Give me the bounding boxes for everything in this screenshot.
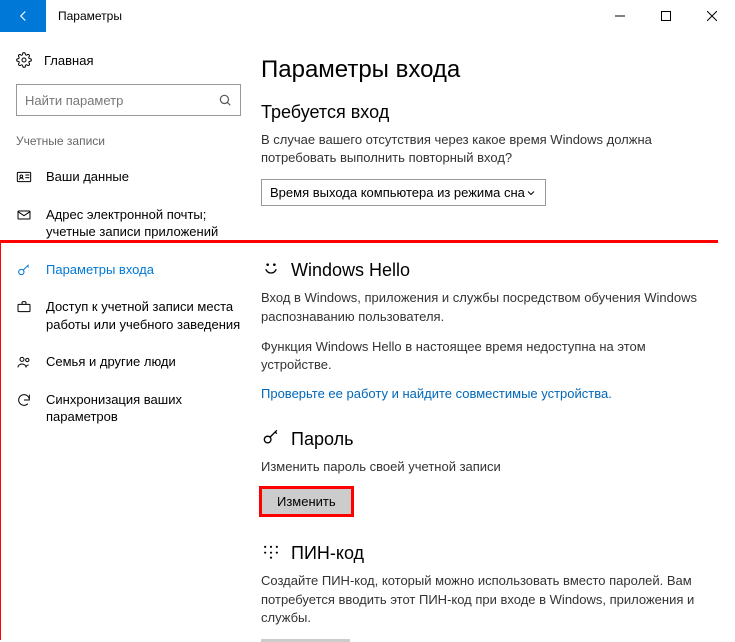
- sidebar-item-work-access[interactable]: Доступ к учетной записи места работы или…: [0, 288, 257, 343]
- sidebar-item-label: Семья и другие люди: [46, 353, 241, 371]
- password-description: Изменить пароль своей учетной записи: [261, 458, 711, 476]
- minimize-button[interactable]: [597, 0, 643, 32]
- sync-icon: [16, 392, 32, 408]
- pin-description: Создайте ПИН-код, который можно использо…: [261, 572, 711, 627]
- change-password-button[interactable]: Изменить: [261, 488, 352, 515]
- gear-icon: [16, 52, 32, 68]
- home-label: Главная: [44, 53, 93, 68]
- sidebar-item-family[interactable]: Семья и другие люди: [0, 343, 257, 381]
- require-signin-dropdown[interactable]: Время выхода компьютера из режима сна: [261, 179, 546, 206]
- search-input[interactable]: [25, 93, 218, 108]
- hello-description-2: Функция Windows Hello в настоящее время …: [261, 338, 711, 374]
- maximize-button[interactable]: [643, 0, 689, 32]
- home-link[interactable]: Главная: [0, 46, 257, 84]
- briefcase-icon: [16, 299, 32, 315]
- sidebar-item-label: Синхронизация ваших параметров: [46, 391, 241, 426]
- sidebar-item-label: Доступ к учетной записи места работы или…: [46, 298, 241, 333]
- search-input-container[interactable]: [16, 84, 241, 116]
- require-signin-description: В случае вашего отсутствия через какое в…: [261, 131, 711, 167]
- sidebar-item-label: Ваши данные: [46, 168, 241, 186]
- smiley-icon: [261, 258, 281, 283]
- chevron-down-icon: [525, 187, 537, 199]
- hello-compatibility-link[interactable]: Проверьте ее работу и найдите совместимы…: [261, 386, 711, 401]
- page-title: Параметры входа: [261, 56, 711, 84]
- sidebar-item-label: Адрес электронной почты; учетные записи …: [46, 206, 241, 241]
- pin-heading: ПИН-код: [291, 543, 364, 564]
- hello-description-1: Вход в Windows, приложения и службы поср…: [261, 289, 711, 325]
- search-icon: [218, 93, 232, 107]
- sidebar-item-your-info[interactable]: Ваши данные: [0, 158, 257, 196]
- key-icon: [16, 262, 32, 278]
- section-heading: Учетные записи: [0, 134, 257, 158]
- people-icon: [16, 354, 32, 370]
- sidebar-item-email[interactable]: Адрес электронной почты; учетные записи …: [0, 196, 257, 251]
- pin-icon: [261, 541, 281, 566]
- id-card-icon: [16, 169, 32, 185]
- require-signin-heading: Требуется вход: [261, 102, 711, 123]
- sidebar-item-sync[interactable]: Синхронизация ваших параметров: [0, 381, 257, 436]
- mail-icon: [16, 207, 32, 223]
- key-icon: [261, 427, 281, 452]
- back-button[interactable]: [0, 0, 46, 32]
- close-button[interactable]: [689, 0, 735, 32]
- window-title: Параметры: [46, 9, 597, 23]
- dropdown-value: Время выхода компьютера из режима сна: [270, 185, 525, 200]
- password-heading: Пароль: [291, 429, 353, 450]
- sidebar-item-signin-options[interactable]: Параметры входа: [0, 251, 257, 289]
- sidebar-item-label: Параметры входа: [46, 261, 241, 279]
- hello-heading: Windows Hello: [291, 260, 410, 281]
